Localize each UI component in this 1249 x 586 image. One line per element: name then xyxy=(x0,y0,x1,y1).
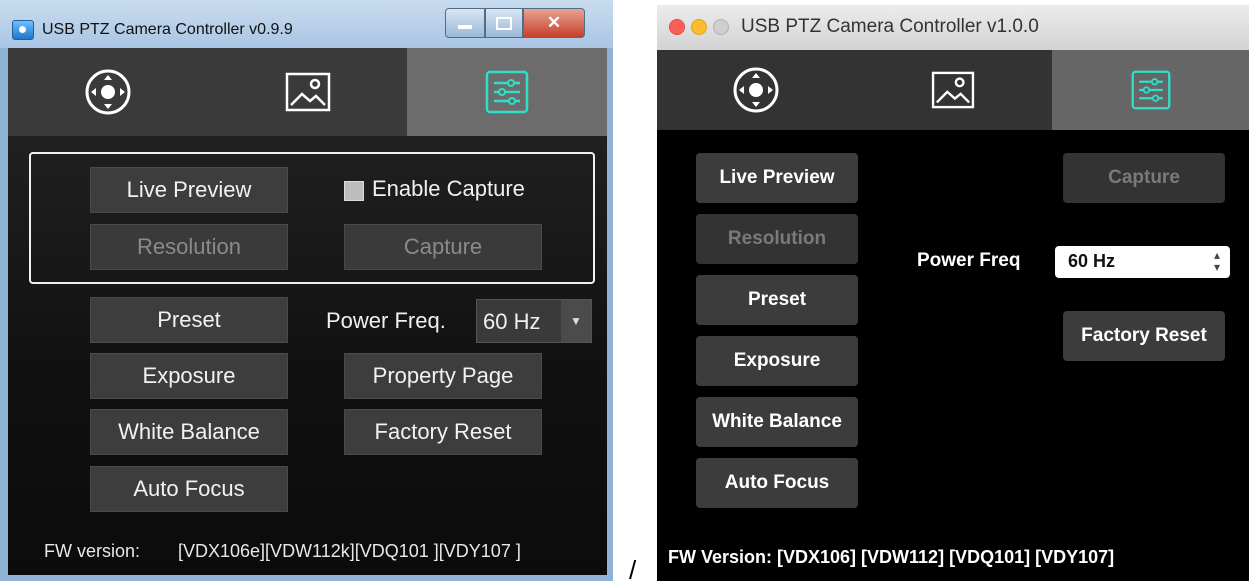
live-preview-button[interactable]: Live Preview xyxy=(90,167,288,213)
enable-capture-checkbox[interactable] xyxy=(344,181,364,201)
close-icon: ✕ xyxy=(546,13,562,32)
preset-button[interactable]: Preset xyxy=(696,275,858,325)
stepper-arrows-icon: ▴ ▾ xyxy=(1213,248,1220,274)
power-freq-value: 60 Hz xyxy=(1068,251,1116,271)
close-traffic-light[interactable] xyxy=(669,19,685,35)
auto-focus-button[interactable]: Auto Focus xyxy=(696,458,858,508)
tab-ptz-control[interactable] xyxy=(8,48,208,136)
power-freq-label: Power Freq. xyxy=(326,308,446,333)
enable-capture-label: Enable Capture xyxy=(372,176,525,201)
tab-camera-settings[interactable] xyxy=(1052,50,1249,130)
power-freq-value: 60 Hz xyxy=(483,309,541,334)
property-page-button[interactable]: Property Page xyxy=(344,353,542,399)
exposure-button[interactable]: Exposure xyxy=(90,353,288,399)
dropdown-arrow-icon: ▼ xyxy=(561,300,591,342)
maximize-button[interactable] xyxy=(485,8,523,38)
window-title: USB PTZ Camera Controller v0.9.9 xyxy=(42,21,293,38)
resolution-button[interactable]: Resolution xyxy=(90,224,288,270)
white-balance-button[interactable]: White Balance xyxy=(90,409,288,455)
power-freq-select[interactable]: 60 Hz ▼ xyxy=(476,299,592,343)
tab-image-settings[interactable] xyxy=(854,50,1051,130)
title-bar[interactable]: USB PTZ Camera Controller v0.9.9 ✕ xyxy=(0,0,613,48)
factory-reset-button[interactable]: Factory Reset xyxy=(344,409,542,455)
auto-focus-button[interactable]: Auto Focus xyxy=(90,466,288,512)
window-title: USB PTZ Camera Controller v1.0.0 xyxy=(741,16,1039,37)
white-balance-button[interactable]: White Balance xyxy=(696,397,858,447)
factory-reset-button[interactable]: Factory Reset xyxy=(1063,311,1225,361)
power-freq-select[interactable]: 60 Hz ▴ ▾ xyxy=(1055,246,1230,278)
tab-camera-settings[interactable] xyxy=(407,48,607,136)
preset-button[interactable]: Preset xyxy=(90,297,288,343)
maximize-icon xyxy=(496,16,512,30)
tab-image-settings[interactable] xyxy=(208,48,408,136)
minimize-icon xyxy=(458,25,472,29)
fw-version-label: FW version: xyxy=(44,541,141,561)
resolution-button[interactable]: Resolution xyxy=(696,214,858,264)
title-bar[interactable]: USB PTZ Camera Controller v1.0.0 xyxy=(657,5,1249,50)
power-freq-label: Power Freq xyxy=(917,250,1021,271)
live-preview-button[interactable]: Live Preview xyxy=(696,153,858,203)
mac-app-window: USB PTZ Camera Controller v1.0.0 Live Pr… xyxy=(657,5,1249,581)
joystick-icon xyxy=(85,69,131,115)
separator-slash: / xyxy=(629,555,637,585)
camera-app-icon xyxy=(12,20,34,40)
minimize-traffic-light[interactable] xyxy=(691,19,707,35)
image-icon xyxy=(285,72,331,112)
settings-sliders-icon xyxy=(1131,70,1170,110)
capture-button[interactable]: Capture xyxy=(1063,153,1225,203)
image-icon xyxy=(931,71,974,109)
close-button[interactable]: ✕ xyxy=(523,8,585,38)
windows-app-window: USB PTZ Camera Controller v0.9.9 ✕ Live … xyxy=(0,0,613,581)
exposure-button[interactable]: Exposure xyxy=(696,336,858,386)
app-client-area: Live Preview Enable Capture Resolution C… xyxy=(8,48,607,575)
zoom-traffic-light[interactable] xyxy=(713,19,729,35)
fw-version-value: [VDX106e][VDW112k][VDQ101 ][VDY107 ] xyxy=(178,541,521,561)
capture-button[interactable]: Capture xyxy=(344,224,542,270)
tab-bar xyxy=(8,48,607,136)
tab-bar xyxy=(657,50,1249,130)
minimize-button[interactable] xyxy=(445,8,485,38)
tab-ptz-control[interactable] xyxy=(657,50,854,130)
settings-sliders-icon xyxy=(485,70,529,114)
joystick-icon xyxy=(733,67,778,113)
fw-version-text: FW Version: [VDX106] [VDW112] [VDQ101] [… xyxy=(668,547,1115,567)
